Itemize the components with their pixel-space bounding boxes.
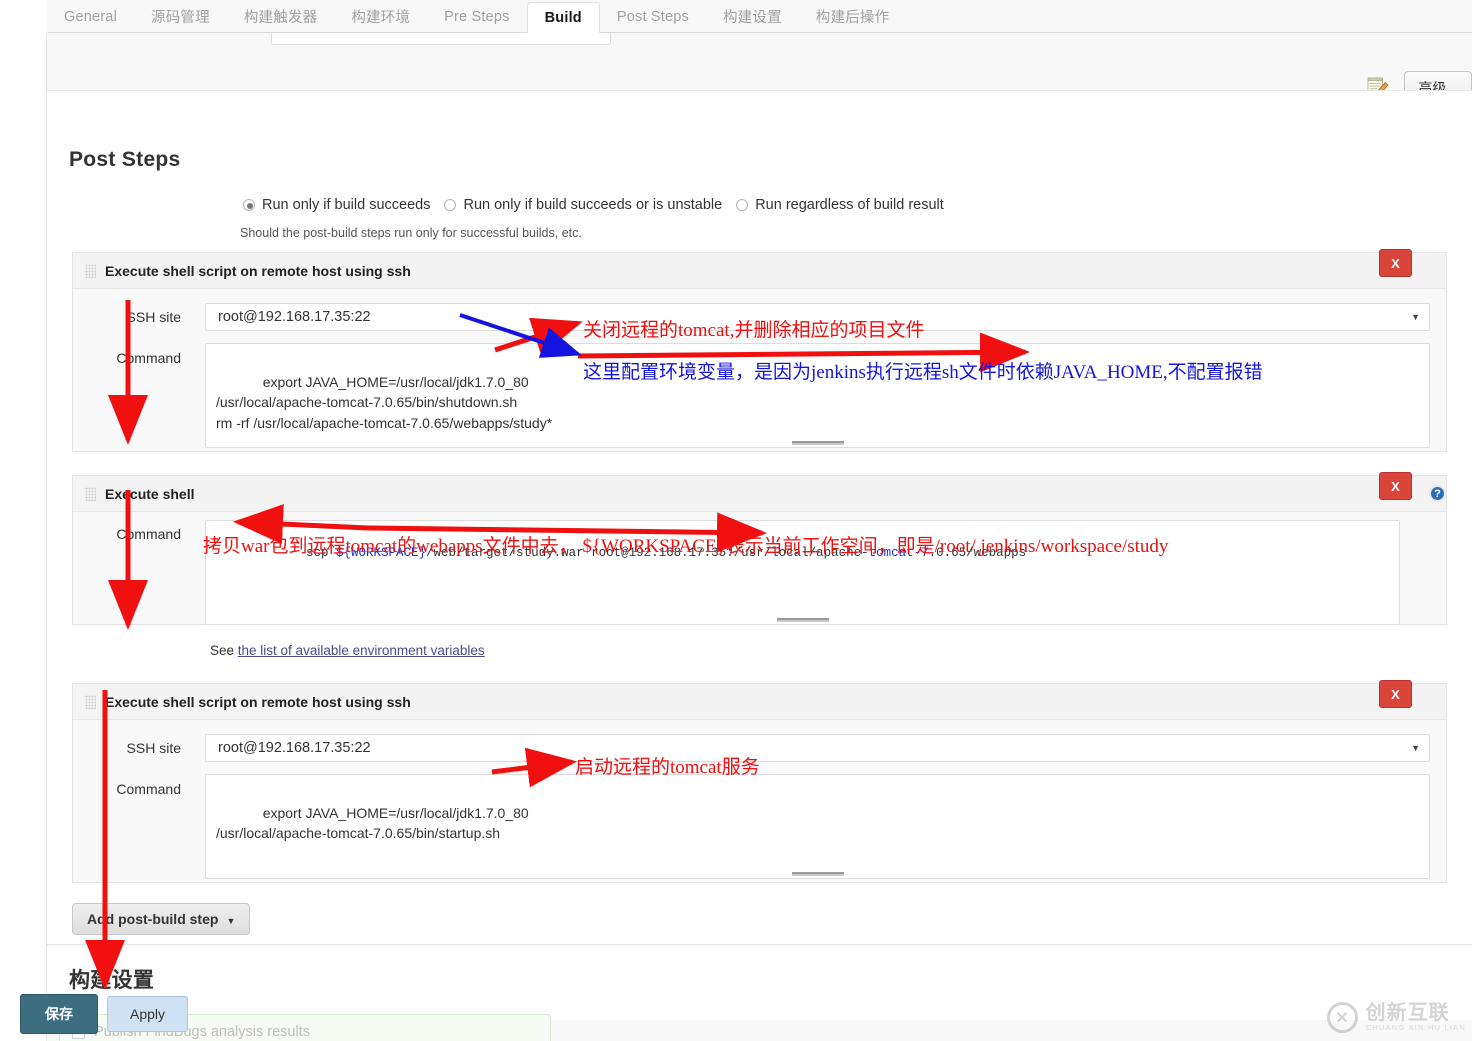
tab-general[interactable]: General [47, 0, 134, 33]
step-block-execute-shell: Execute shell Command scp ${WORKSPACE}/w… [72, 472, 1447, 625]
left-gutter [0, 33, 47, 1041]
step-header: Execute shell [73, 476, 1446, 512]
tab-build-triggers[interactable]: 构建触发器 [227, 0, 335, 33]
environment-variables-hint: See the list of available environment va… [210, 643, 485, 658]
chevron-down-icon: ▼ [1411, 312, 1420, 322]
command-textarea[interactable]: scp ${WORKSPACE}/web/target/study.war ro… [205, 520, 1400, 625]
resize-grip-icon[interactable] [791, 872, 844, 876]
post-step-condition-radiogroup: Run only if build succeeds Run only if b… [243, 197, 958, 213]
command-value: export JAVA_HOME=/usr/local/jdk1.7.0_80 … [216, 373, 553, 431]
help-icon[interactable]: ? [1429, 485, 1446, 502]
radio-icon [736, 199, 749, 211]
command-textarea[interactable]: export JAVA_HOME=/usr/local/jdk1.7.0_80 … [205, 774, 1430, 879]
delete-step-button[interactable]: X [1379, 680, 1412, 708]
radio-label: Run only if build succeeds or is unstabl… [463, 197, 723, 213]
previous-field-stub [271, 33, 611, 45]
form-action-bar: 保存 Apply [20, 994, 189, 1034]
radio-label: Run regardless of build result [755, 197, 944, 213]
command-label: Command [116, 350, 181, 366]
drag-handle-icon[interactable] [85, 486, 96, 501]
config-content: 高级... Post Steps Run only if build succe… [0, 33, 1472, 1041]
chevron-down-icon: ▼ [1411, 743, 1420, 753]
config-tabs: General 源码管理 构建触发器 构建环境 Pre Steps Build … [47, 0, 906, 33]
command-prefix: scp [306, 546, 337, 560]
drag-handle-icon[interactable] [85, 694, 96, 709]
ssh-site-select[interactable]: root@192.168.17.35:22 ▼ [205, 303, 1430, 331]
add-post-build-step-button[interactable]: Add post-build step ▼ [72, 903, 251, 935]
tab-post-build-actions[interactable]: 构建后操作 [799, 0, 907, 33]
command-highlight: tomcat-7 [868, 546, 929, 560]
tabbar-left-gap [0, 0, 47, 33]
page-title-build-settings: 构建设置 [69, 969, 155, 992]
radio-run-if-succeeds[interactable]: Run only if build succeeds [243, 197, 430, 213]
chevron-down-icon: ▼ [226, 916, 236, 926]
radio-icon-selected [243, 199, 255, 211]
apply-button[interactable]: Apply [107, 996, 189, 1032]
tab-build[interactable]: Build [526, 2, 600, 33]
step-header: Execute shell script on remote host usin… [73, 684, 1446, 720]
config-tabbar: General 源码管理 构建触发器 构建环境 Pre Steps Build … [0, 0, 1472, 33]
section-divider [47, 944, 1472, 945]
post-step-condition-hint: Should the post-build steps run only for… [240, 226, 582, 240]
resize-grip-icon[interactable] [776, 618, 829, 622]
command-suffix: .0.65/webapps [928, 546, 1027, 560]
watermark: 创新互联 CHUANG XIN HU LIAN [1326, 1002, 1466, 1033]
step-title: Execute shell [105, 485, 195, 502]
jenkins-job-config-page: General 源码管理 构建触发器 构建环境 Pre Steps Build … [0, 0, 1472, 1041]
radio-icon [444, 199, 457, 211]
radio-run-if-succeeds-or-unstable[interactable]: Run only if build succeeds or is unstabl… [444, 197, 722, 213]
command-workspace-variable: ${WORKSPACE} [336, 546, 427, 560]
drag-handle-icon[interactable] [85, 263, 96, 278]
ssh-site-label: SSH site [126, 309, 181, 325]
save-button[interactable]: 保存 [20, 994, 98, 1034]
command-textarea[interactable]: export JAVA_HOME=/usr/local/jdk1.7.0_80 … [205, 343, 1430, 448]
command-label: Command [116, 781, 181, 797]
tab-build-settings[interactable]: 构建设置 [706, 0, 799, 33]
radio-label: Run only if build succeeds [262, 197, 431, 213]
watermark-logo-icon [1326, 1002, 1358, 1033]
page-title-post-steps: Post Steps [69, 148, 181, 171]
ssh-site-label: SSH site [126, 740, 181, 756]
config-main-area: 高级... Post Steps Run only if build succe… [47, 33, 1472, 1041]
step-header: Execute shell script on remote host usin… [73, 253, 1446, 289]
step-block-ssh-startup: Execute shell script on remote host usin… [72, 680, 1447, 883]
ssh-site-value: root@192.168.17.35:22 [218, 309, 371, 325]
tab-post-steps[interactable]: Post Steps [600, 0, 706, 33]
command-value: export JAVA_HOME=/usr/local/jdk1.7.0_80 … [216, 804, 529, 842]
post-steps-panel: Post Steps Run only if build succeeds Ru… [47, 90, 1472, 1041]
tab-pre-steps[interactable]: Pre Steps [427, 0, 526, 33]
tab-source-management[interactable]: 源码管理 [134, 0, 227, 33]
watermark-en: CHUANG XIN HU LIAN [1365, 1023, 1466, 1033]
add-post-build-step-label: Add post-build step [87, 911, 219, 927]
delete-step-button[interactable]: X [1379, 249, 1412, 277]
command-mid: /web/target/study.war root@192.168.17.35… [426, 546, 869, 560]
command-label: Command [116, 526, 181, 542]
watermark-cn: 创新互联 [1365, 1002, 1450, 1025]
watermark-text: 创新互联 CHUANG XIN HU LIAN [1366, 1003, 1466, 1032]
step-title: Execute shell script on remote host usin… [105, 693, 411, 710]
step-title: Execute shell script on remote host usin… [105, 262, 411, 279]
environment-variables-link[interactable]: the list of available environment variab… [238, 643, 485, 658]
step-block-ssh-shutdown: Execute shell script on remote host usin… [72, 249, 1447, 452]
tab-build-environment[interactable]: 构建环境 [334, 0, 427, 33]
ssh-site-value: root@192.168.17.35:22 [218, 740, 371, 756]
ssh-site-select[interactable]: root@192.168.17.35:22 ▼ [205, 734, 1430, 762]
radio-run-regardless[interactable]: Run regardless of build result [736, 197, 944, 213]
delete-step-button[interactable]: X [1379, 472, 1412, 500]
resize-grip-icon[interactable] [791, 441, 844, 445]
env-see-label: See [210, 643, 238, 658]
